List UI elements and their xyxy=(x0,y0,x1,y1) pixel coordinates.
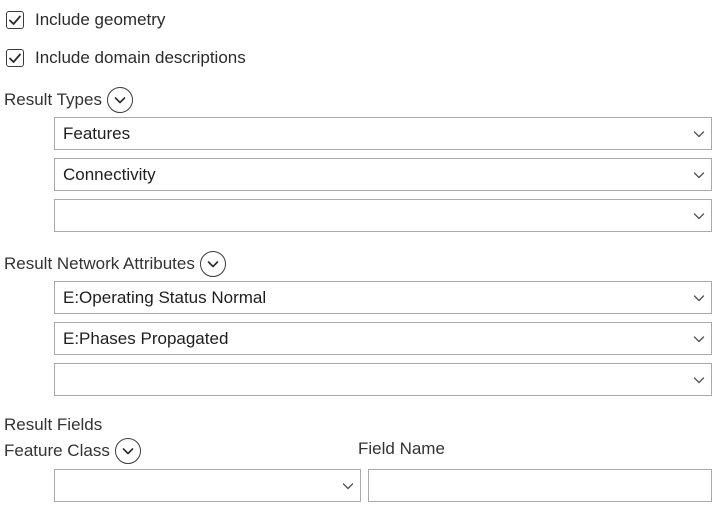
result-network-attributes-header: Result Network Attributes xyxy=(4,251,226,277)
result-types-label: Result Types xyxy=(4,90,102,109)
feature-class-header: Feature Class xyxy=(4,438,141,464)
chevron-down-icon xyxy=(693,131,705,138)
checkmark-icon xyxy=(9,15,21,25)
result-type-dropdown-2[interactable]: Connectivity xyxy=(54,158,712,191)
chevron-down-icon xyxy=(693,213,705,220)
result-type-dropdown-3[interactable] xyxy=(54,199,712,232)
result-types-expand-button[interactable] xyxy=(106,87,133,113)
field-name-input[interactable] xyxy=(368,469,712,502)
network-attribute-value: E:Phases Propagated xyxy=(63,329,229,348)
include-domain-descriptions-checkbox[interactable] xyxy=(6,49,24,67)
result-type-value: Features xyxy=(63,124,131,143)
chevron-down-icon xyxy=(114,97,126,104)
chevron-down-icon xyxy=(122,448,134,455)
result-fields-label: Result Fields xyxy=(4,415,103,434)
result-network-attributes-label: Result Network Attributes xyxy=(4,254,195,273)
result-type-dropdown-1[interactable]: Features xyxy=(54,117,712,150)
chevron-down-icon xyxy=(693,377,705,384)
network-attribute-dropdown-2[interactable]: E:Phases Propagated xyxy=(54,322,712,355)
chevron-down-icon xyxy=(693,295,705,302)
include-domain-descriptions-label: Include domain descriptions xyxy=(35,48,246,67)
include-domain-descriptions-checkbox-row[interactable]: Include domain descriptions xyxy=(6,47,246,69)
result-type-value: Connectivity xyxy=(63,165,156,184)
result-network-attributes-expand-button[interactable] xyxy=(199,251,226,277)
network-attribute-value: E:Operating Status Normal xyxy=(63,288,267,307)
feature-class-expand-button[interactable] xyxy=(114,438,141,464)
feature-class-dropdown[interactable] xyxy=(54,469,361,502)
chevron-down-icon xyxy=(207,261,219,268)
field-name-label: Field Name xyxy=(358,439,445,458)
trace-result-options-panel: Include geometry Include domain descript… xyxy=(0,0,717,519)
chevron-down-icon xyxy=(693,172,705,179)
include-geometry-checkbox[interactable] xyxy=(6,11,24,29)
result-types-header: Result Types xyxy=(4,87,133,113)
include-geometry-checkbox-row[interactable]: Include geometry xyxy=(6,9,165,31)
chevron-down-icon xyxy=(693,336,705,343)
chevron-down-icon xyxy=(342,483,354,490)
network-attribute-dropdown-3[interactable] xyxy=(54,363,712,396)
include-geometry-label: Include geometry xyxy=(35,10,166,29)
network-attribute-dropdown-1[interactable]: E:Operating Status Normal xyxy=(54,281,712,314)
checkmark-icon xyxy=(9,53,21,63)
feature-class-label: Feature Class xyxy=(4,441,110,460)
